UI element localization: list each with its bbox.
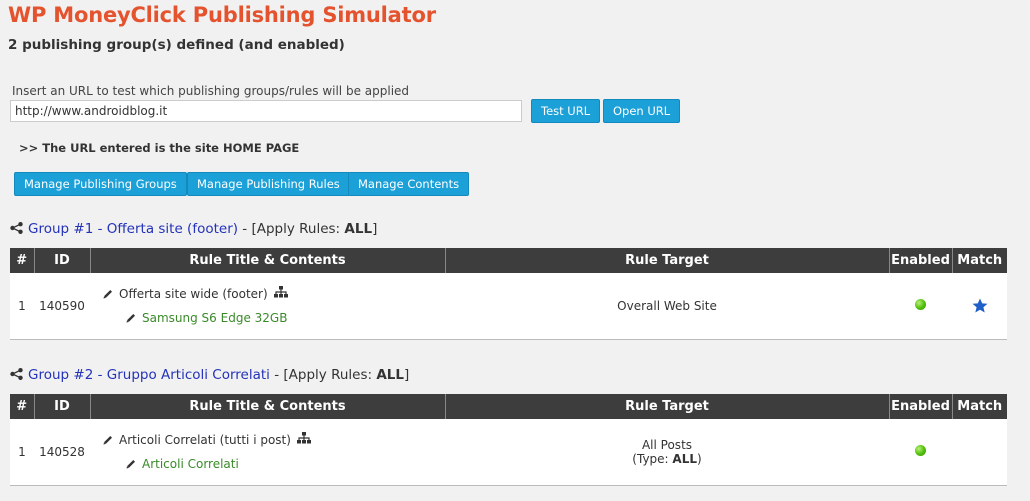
content-line: Samsung S6 Edge 32GB: [90, 311, 445, 325]
group-link[interactable]: Group #2 - Gruppo Articoli Correlati: [28, 367, 270, 383]
pencil-icon[interactable]: [102, 288, 114, 300]
group-link[interactable]: Group #1 - Offerta site (footer): [28, 221, 238, 237]
match-cell: [952, 419, 1007, 486]
green-dot-icon: [915, 444, 926, 456]
url-input[interactable]: [10, 100, 522, 122]
table-header-row: # ID Rule Title & Contents Rule Target E…: [10, 248, 1007, 273]
apply-rules-value: ALL: [376, 367, 404, 383]
header-id: ID: [34, 394, 91, 419]
rule-target: Overall Web Site: [617, 298, 717, 313]
rule-title: Articoli Correlati (tutti i post): [119, 432, 291, 447]
target-type-prefix: (Type:: [632, 451, 673, 466]
row-num: 1: [10, 419, 34, 486]
header-title: Rule Title & Contents: [90, 248, 446, 273]
rule-target: All Posts: [641, 437, 693, 452]
row-title-cell: Offerta site wide (footer) Samsung S6 Ed…: [90, 273, 445, 340]
apply-rules-prefix: - [Apply Rules:: [238, 221, 345, 237]
manage-contents-button[interactable]: Manage Contents: [348, 172, 470, 196]
apply-rules-value: ALL: [344, 221, 373, 237]
sitemap-icon[interactable]: [273, 286, 288, 301]
header-match: Match: [952, 394, 1007, 419]
content-line: Articoli Correlati: [90, 457, 445, 471]
enabled-cell: [889, 419, 952, 486]
apply-rules-suffix: ]: [403, 367, 410, 383]
header-match: Match: [952, 248, 1007, 273]
rules-table: # ID Rule Title & Contents Rule Target E…: [10, 394, 1007, 486]
header-enabled: Enabled: [889, 248, 953, 273]
url-result-notice: >> The URL entered is the site HOME PAGE: [19, 141, 300, 155]
rule-title-line: Articoli Correlati (tutti i post): [90, 432, 445, 447]
pencil-icon[interactable]: [125, 458, 137, 470]
apply-rules-prefix: - [Apply Rules:: [269, 367, 377, 383]
rule-target-type: (Type: ALL): [445, 452, 889, 466]
content-link[interactable]: Samsung S6 Edge 32GB: [142, 311, 287, 325]
pencil-icon[interactable]: [125, 312, 137, 324]
header-id: ID: [34, 248, 91, 273]
rules-table: # ID Rule Title & Contents Rule Target E…: [10, 248, 1007, 340]
rule-target-cell: Overall Web Site: [445, 273, 889, 340]
content-link[interactable]: Articoli Correlati: [142, 457, 239, 471]
groups-count-subtitle: 2 publishing group(s) defined (and enabl…: [8, 37, 345, 53]
share-icon: [10, 368, 23, 384]
row-num: 1: [10, 273, 34, 340]
header-title: Rule Title & Contents: [90, 394, 446, 419]
star-icon: [972, 298, 988, 313]
header-num: #: [10, 394, 35, 419]
table-row: 1 140590 Offerta site wide (footer) Sams…: [10, 273, 1007, 340]
open-url-button[interactable]: Open URL: [603, 99, 681, 123]
manage-publishing-groups-button[interactable]: Manage Publishing Groups: [14, 172, 187, 196]
page-title: WP MoneyClick Publishing Simulator: [8, 3, 436, 27]
target-type-value: ALL: [672, 451, 697, 466]
pencil-icon[interactable]: [102, 434, 114, 446]
url-test-label: Insert an URL to test which publishing g…: [12, 84, 410, 98]
row-id: 140590: [34, 273, 90, 340]
manage-publishing-rules-button[interactable]: Manage Publishing Rules: [187, 172, 350, 196]
match-cell: [952, 273, 1007, 340]
header-target: Rule Target: [445, 248, 890, 273]
header-enabled: Enabled: [889, 394, 953, 419]
share-icon: [10, 222, 23, 238]
green-dot-icon: [915, 298, 926, 310]
group-heading: Group #2 - Gruppo Articoli Correlati - […: [10, 367, 409, 384]
table-row: 1 140528 Articoli Correlati (tutti i pos…: [10, 419, 1007, 486]
apply-rules-suffix: ]: [372, 221, 378, 237]
sitemap-icon[interactable]: [296, 432, 311, 447]
header-num: #: [10, 248, 35, 273]
header-target: Rule Target: [445, 394, 890, 419]
test-url-button[interactable]: Test URL: [531, 99, 601, 123]
enabled-cell: [889, 273, 952, 340]
group-heading: Group #1 - Offerta site (footer) - [Appl…: [10, 221, 377, 238]
row-id: 140528: [34, 419, 90, 486]
rule-title-line: Offerta site wide (footer): [90, 286, 445, 301]
row-title-cell: Articoli Correlati (tutti i post) Artico…: [90, 419, 445, 486]
target-type-suffix: ): [697, 451, 702, 466]
table-header-row: # ID Rule Title & Contents Rule Target E…: [10, 394, 1007, 419]
rule-target-cell: All Posts (Type: ALL): [445, 419, 889, 486]
rule-title: Offerta site wide (footer): [119, 286, 268, 301]
